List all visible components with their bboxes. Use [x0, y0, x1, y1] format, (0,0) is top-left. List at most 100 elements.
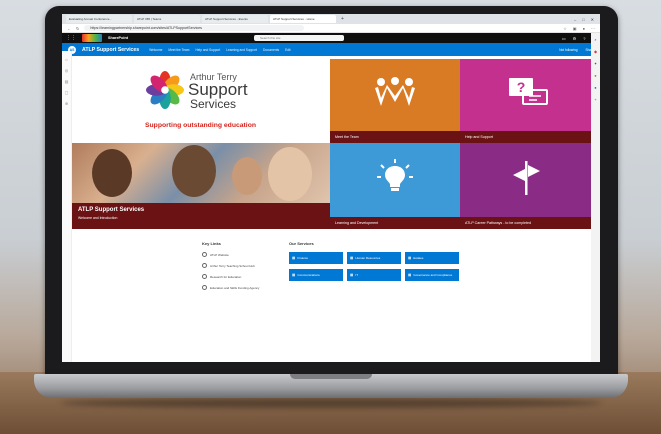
news-icon[interactable]: ▤: [65, 79, 69, 84]
address-bar: ← ↻ https://learningpartnership.sharepoi…: [62, 24, 600, 33]
pinwheel-logo: [146, 71, 184, 109]
services-grid: ▦ Finance ▦ Human Resources ▦ Estates ▦ Comm…: [289, 252, 469, 281]
laptop-shadow: [60, 398, 602, 408]
key-link[interactable]: Arthur Terry Teaching School Hub: [202, 263, 282, 268]
site-navigation: Welcome Meet the Team Help and Support L…: [149, 48, 290, 52]
key-link[interactable]: Research for Education: [202, 274, 282, 279]
new-tab-button[interactable]: +: [341, 16, 344, 22]
key-link-label: Research for Education: [210, 274, 242, 279]
page-content: Arthur Terry Support Services Supporting…: [72, 59, 591, 362]
collections-icon[interactable]: ▣: [573, 26, 577, 31]
service-finance-button[interactable]: ▦ Finance: [289, 252, 343, 264]
browser-tab[interactable]: ATLP 365 | Teams: [134, 15, 200, 23]
nav-edit[interactable]: Edit: [285, 48, 291, 52]
lower-section: Key Links ATLP Website Arthur Terry Teac…: [72, 235, 591, 362]
nav-meet-the-team[interactable]: Meet the Team: [168, 48, 189, 52]
site-header-actions: Not following Share: [559, 48, 594, 52]
laptop-screen: Evaluating Annual Conference... ATLP 365…: [62, 14, 600, 362]
maximize-button[interactable]: □: [582, 17, 584, 22]
files-icon[interactable]: ▢: [65, 90, 69, 95]
nav-welcome[interactable]: Welcome: [149, 48, 162, 52]
key-link-label: ATLP Website: [210, 252, 229, 257]
tile-learning-and-development[interactable]: Learning and Development: [330, 143, 460, 229]
back-icon[interactable]: ←: [67, 26, 71, 31]
add-icon[interactable]: ⊕: [65, 101, 68, 106]
nav-help-and-support[interactable]: Help and Support: [195, 48, 220, 52]
service-communications-button[interactable]: ▦ Communications: [289, 269, 343, 281]
key-link[interactable]: ATLP Website: [202, 252, 282, 257]
hr-icon: ▦: [350, 256, 354, 260]
tools-icon[interactable]: ✦: [594, 61, 597, 66]
comms-icon: ▦: [292, 273, 296, 277]
hero-logo-tile[interactable]: Arthur Terry Support Services Supporting…: [72, 59, 330, 143]
follow-button[interactable]: Not following: [559, 48, 577, 52]
key-links: Key Links ATLP Website Arthur Terry Teac…: [202, 241, 282, 296]
window-controls: – □ ✕: [574, 17, 600, 22]
service-it-button[interactable]: ▦ IT: [347, 269, 401, 281]
service-label: Governance and Compliance: [413, 273, 453, 277]
learning-partnership-logo[interactable]: [82, 34, 102, 42]
browser-tab[interactable]: ATLP Support Services - Events: [202, 15, 268, 23]
browser-toolbar-icons: ☆ ▣ ● ⋯: [563, 26, 595, 31]
outlook-icon[interactable]: ●: [594, 85, 596, 90]
office-icon[interactable]: ●: [594, 73, 596, 78]
close-window-button[interactable]: ✕: [591, 17, 594, 22]
photo-tile-caption: ATLP Support Services Welcome and Introd…: [72, 203, 330, 229]
question-icon: ?: [508, 77, 548, 105]
core-services-title: Our Services: [289, 241, 314, 246]
url-field[interactable]: https://learningpartnership.sharepoint.c…: [84, 25, 305, 31]
nav-documents[interactable]: Documents: [263, 48, 279, 52]
link-icon: [202, 274, 207, 279]
browser-tab-active[interactable]: ATLP Support Services - Home: [270, 15, 336, 23]
tile-help-and-support[interactable]: ? Help and Support: [460, 59, 591, 143]
chat-icon[interactable]: ▭: [562, 36, 566, 41]
service-hr-button[interactable]: ▦ Human Resources: [347, 252, 401, 264]
left-app-rail: ⌂ ◎ ▤ ▢ ⊕: [62, 51, 72, 362]
favorite-icon[interactable]: ☆: [563, 26, 567, 31]
settings-icon[interactable]: ⚙: [573, 36, 577, 41]
add-sidebar-icon[interactable]: +: [594, 97, 596, 102]
laptop-notch: [290, 374, 372, 379]
suite-bar: ⋮⋮ SharePoint Search this site ▭ ⚙ ? ◉: [62, 33, 600, 43]
hero-tagline: Supporting outstanding education: [145, 122, 257, 129]
browser-tab[interactable]: Evaluating Annual Conference...: [66, 15, 132, 23]
key-link-label: Arthur Terry Teaching School Hub: [210, 263, 255, 268]
profile-icon[interactable]: ●: [583, 26, 585, 31]
key-link[interactable]: Education and Skills Funding Agency: [202, 285, 282, 290]
it-icon: ▦: [350, 273, 354, 277]
service-governance-button[interactable]: ▦ Governance and Compliance: [405, 269, 459, 281]
more-icon[interactable]: ⋯: [591, 26, 595, 31]
service-label: Communications: [297, 273, 320, 277]
service-label: Estates: [413, 256, 424, 260]
tile-meet-the-team[interactable]: Meet the Team: [330, 59, 460, 143]
home-icon[interactable]: ⌂: [65, 57, 67, 62]
tile-label: Meet the Team: [330, 131, 460, 143]
search-sidebar-icon[interactable]: ⌕: [594, 37, 596, 42]
service-label: Finance: [297, 256, 309, 260]
service-estates-button[interactable]: ▦ Estates: [405, 252, 459, 264]
site-search-input[interactable]: Search this site: [254, 35, 345, 41]
app-launcher-icon[interactable]: ⋮⋮: [66, 35, 76, 41]
minimize-button[interactable]: –: [574, 17, 576, 22]
tile-welcome-introduction[interactable]: ATLP Support Services Welcome and Introd…: [72, 143, 330, 229]
nav-learning-and-support[interactable]: Learning and Support: [226, 48, 257, 52]
photo-child-2: [172, 145, 216, 197]
link-icon: [202, 285, 207, 290]
help-icon[interactable]: ?: [583, 36, 585, 41]
link-icon: [202, 252, 207, 257]
estates-icon: ▦: [408, 256, 412, 260]
photo-tile-subtitle: Welcome and Introduction: [78, 216, 118, 220]
suite-app-name[interactable]: SharePoint: [108, 36, 128, 40]
shopping-icon[interactable]: ◆: [594, 49, 597, 54]
governance-icon: ▦: [408, 273, 412, 277]
refresh-icon[interactable]: ↻: [76, 26, 79, 31]
site-title[interactable]: ATLP Support Services: [82, 47, 139, 53]
globe-icon[interactable]: ◎: [65, 68, 69, 73]
tile-label: ATLP Career Pathways - to be completed: [460, 217, 591, 229]
finance-icon: ▦: [292, 256, 296, 260]
photo-tile-title: ATLP Support Services: [78, 207, 145, 213]
key-links-title: Key Links: [202, 241, 221, 246]
brand-name-services: Services: [190, 97, 237, 111]
browser-tabstrip: Evaluating Annual Conference... ATLP 365…: [62, 14, 600, 24]
tile-career-pathways[interactable]: ATLP Career Pathways - to be completed: [460, 143, 591, 229]
